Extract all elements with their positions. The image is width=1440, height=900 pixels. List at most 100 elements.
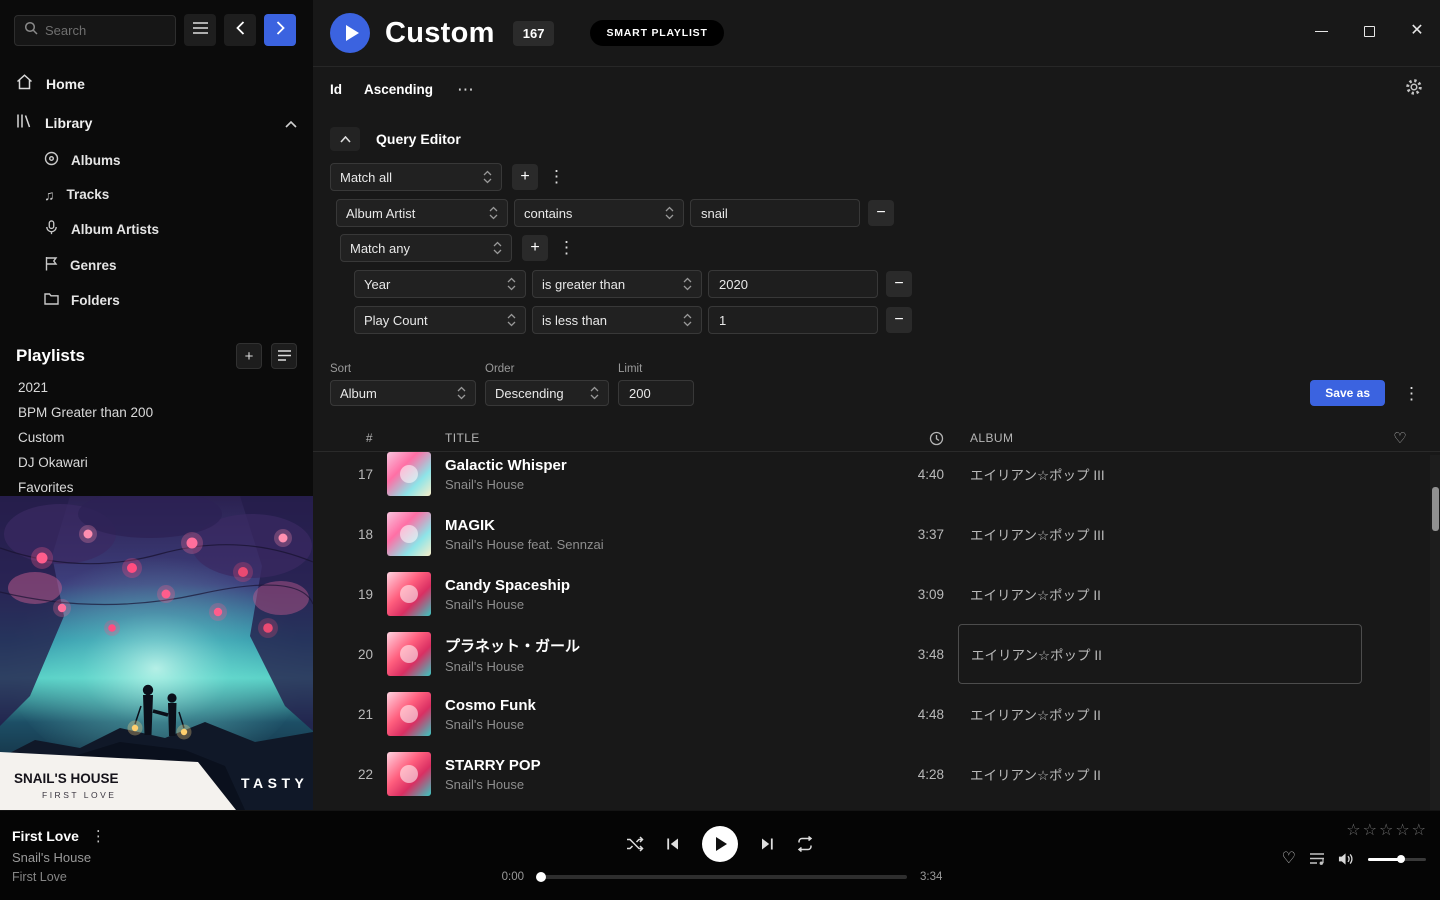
track-album-focused-cell[interactable]: エイリアン☆ポップ II xyxy=(958,624,1362,684)
rule-operator-select[interactable]: contains xyxy=(514,199,684,227)
remove-rule-button[interactable]: − xyxy=(868,200,894,226)
rating-stars: ☆ ☆ ☆ ☆ ☆ xyxy=(1346,823,1426,839)
chevrons-up-down-icon xyxy=(590,386,599,400)
now-playing-artwork[interactable]: SNAIL'S HOUSE FIRST LOVE TASTY xyxy=(0,496,313,810)
add-playlist-button[interactable]: + xyxy=(236,343,262,369)
volume-button[interactable] xyxy=(1338,852,1355,866)
group-match-type-select[interactable]: Match any xyxy=(340,234,512,262)
track-duration: 3:37 xyxy=(884,527,944,542)
table-row[interactable]: 18 MAGIKSnail's House feat. Sennzai 3:37… xyxy=(313,504,1440,564)
collapse-query-editor-button[interactable] xyxy=(330,127,360,151)
album-thumbnail xyxy=(387,752,431,796)
select-value: contains xyxy=(524,206,572,221)
remove-group-rule-button[interactable]: − xyxy=(886,271,912,297)
more-options-button[interactable]: ⋯ xyxy=(457,80,475,100)
table-row[interactable]: 17 Galactic WhisperSnail's House 4:40 エイ… xyxy=(313,452,1440,504)
star-icon[interactable]: ☆ xyxy=(1412,823,1426,839)
playlist-item[interactable]: 2021 xyxy=(0,375,313,400)
player-bar: First Love ⋮ Snail's House First Love xyxy=(0,810,1440,900)
playlist-item[interactable]: Custom xyxy=(0,425,313,450)
save-menu-button[interactable]: ⋮ xyxy=(1399,384,1424,404)
group-rule-field-select[interactable]: Year xyxy=(354,270,526,298)
list-icon xyxy=(278,348,291,365)
add-rule-button[interactable]: + xyxy=(512,164,538,190)
group-rule-operator-select[interactable]: is less than xyxy=(532,306,702,334)
column-index[interactable]: # xyxy=(329,431,373,445)
sidebar-item-album-artists[interactable]: Album Artists xyxy=(0,211,313,247)
chevrons-up-down-icon xyxy=(457,386,466,400)
volume-slider[interactable] xyxy=(1368,858,1426,861)
playlist-item[interactable]: DJ Okawari xyxy=(0,450,313,475)
remove-group-rule-button[interactable]: − xyxy=(886,307,912,333)
limit-input[interactable] xyxy=(618,380,694,406)
favorite-button[interactable]: ♡ xyxy=(1282,851,1296,867)
column-album[interactable]: ALBUM xyxy=(958,431,1362,445)
group-rule-field-select[interactable]: Play Count xyxy=(354,306,526,334)
sort-controls: Sort Album Order Descending Limit Save a… xyxy=(313,363,1440,406)
sort-direction-button[interactable]: Ascending xyxy=(364,82,433,97)
sort-field-button[interactable]: Id xyxy=(330,82,342,97)
sidebar-item-genres[interactable]: Genres xyxy=(0,247,313,283)
rule-value-input[interactable] xyxy=(690,199,860,227)
shuffle-button[interactable] xyxy=(626,836,644,852)
playlist-item[interactable]: BPM Greater than 200 xyxy=(0,400,313,425)
star-icon[interactable]: ☆ xyxy=(1395,823,1409,839)
save-as-button[interactable]: Save as xyxy=(1310,380,1385,406)
play-playlist-button[interactable] xyxy=(330,13,370,53)
table-row[interactable]: 19 Candy SpaceshipSnail's House 3:09 エイリ… xyxy=(313,564,1440,624)
match-type-select[interactable]: Match all xyxy=(330,163,502,191)
column-favorite[interactable]: ♡ xyxy=(1376,429,1424,447)
volume-thumb[interactable] xyxy=(1397,855,1405,863)
previous-track-button[interactable] xyxy=(666,837,680,851)
sidebar-item-folders[interactable]: Folders xyxy=(0,283,313,317)
repeat-button[interactable] xyxy=(796,836,814,852)
sidebar-item-tracks[interactable]: ♫ Tracks xyxy=(0,178,313,211)
seek-thumb[interactable] xyxy=(536,872,546,882)
chevrons-up-down-icon xyxy=(665,206,674,220)
window-controls: ✕ xyxy=(1312,22,1426,40)
nav-forward-button[interactable] xyxy=(264,14,296,46)
star-icon[interactable]: ☆ xyxy=(1379,823,1393,839)
star-icon[interactable]: ☆ xyxy=(1363,823,1377,839)
rule-field-select[interactable]: Album Artist xyxy=(336,199,508,227)
track-menu-button[interactable]: ⋮ xyxy=(91,827,106,845)
smart-playlist-badge: SMART PLAYLIST xyxy=(590,20,723,46)
select-value: Album Artist xyxy=(346,206,415,221)
minimize-button[interactable] xyxy=(1312,22,1330,40)
folder-icon xyxy=(44,292,59,308)
track-number: 18 xyxy=(329,527,373,542)
rule-group-menu-button[interactable]: ⋮ xyxy=(544,167,569,187)
settings-button[interactable] xyxy=(1405,78,1423,101)
group-menu-button[interactable]: ⋮ xyxy=(554,238,579,258)
seek-track[interactable] xyxy=(537,875,907,879)
order-select[interactable]: Descending xyxy=(485,380,609,406)
queue-button[interactable] xyxy=(1309,852,1325,866)
maximize-button[interactable] xyxy=(1360,22,1378,40)
table-row[interactable]: 21 Cosmo FunkSnail's House 4:48 エイリアン☆ポッ… xyxy=(313,684,1440,744)
select-value: Year xyxy=(364,277,390,292)
next-track-button[interactable] xyxy=(760,837,774,851)
column-title[interactable]: TITLE xyxy=(445,431,870,445)
scrollbar-thumb[interactable] xyxy=(1432,487,1439,531)
add-group-rule-button[interactable]: + xyxy=(522,235,548,261)
playlist-list-button[interactable] xyxy=(271,343,297,369)
playlists-header: Playlists + xyxy=(16,343,297,369)
sort-select[interactable]: Album xyxy=(330,380,476,406)
group-rule-value-input[interactable] xyxy=(708,270,878,298)
table-row[interactable]: 22 STARRY POPSnail's House 4:28 エイリアン☆ポッ… xyxy=(313,744,1440,804)
play-pause-button[interactable] xyxy=(702,826,738,862)
search-box[interactable] xyxy=(14,15,176,46)
group-rule-operator-select[interactable]: is greater than xyxy=(532,270,702,298)
chevrons-up-down-icon xyxy=(507,277,516,291)
star-icon[interactable]: ☆ xyxy=(1346,823,1360,839)
menu-button[interactable] xyxy=(184,14,216,46)
sidebar-item-library[interactable]: Library xyxy=(0,103,313,142)
group-rule-value-input[interactable] xyxy=(708,306,878,334)
nav-back-button[interactable] xyxy=(224,14,256,46)
table-row[interactable]: 20 プラネット・ガールSnail's House 3:48 エイリアン☆ポップ… xyxy=(313,624,1440,684)
select-value: Match any xyxy=(350,241,410,256)
close-button[interactable]: ✕ xyxy=(1408,22,1426,40)
sidebar-item-albums[interactable]: Albums xyxy=(0,142,313,178)
column-duration[interactable] xyxy=(884,431,944,446)
sidebar-item-home[interactable]: Home xyxy=(0,64,313,103)
